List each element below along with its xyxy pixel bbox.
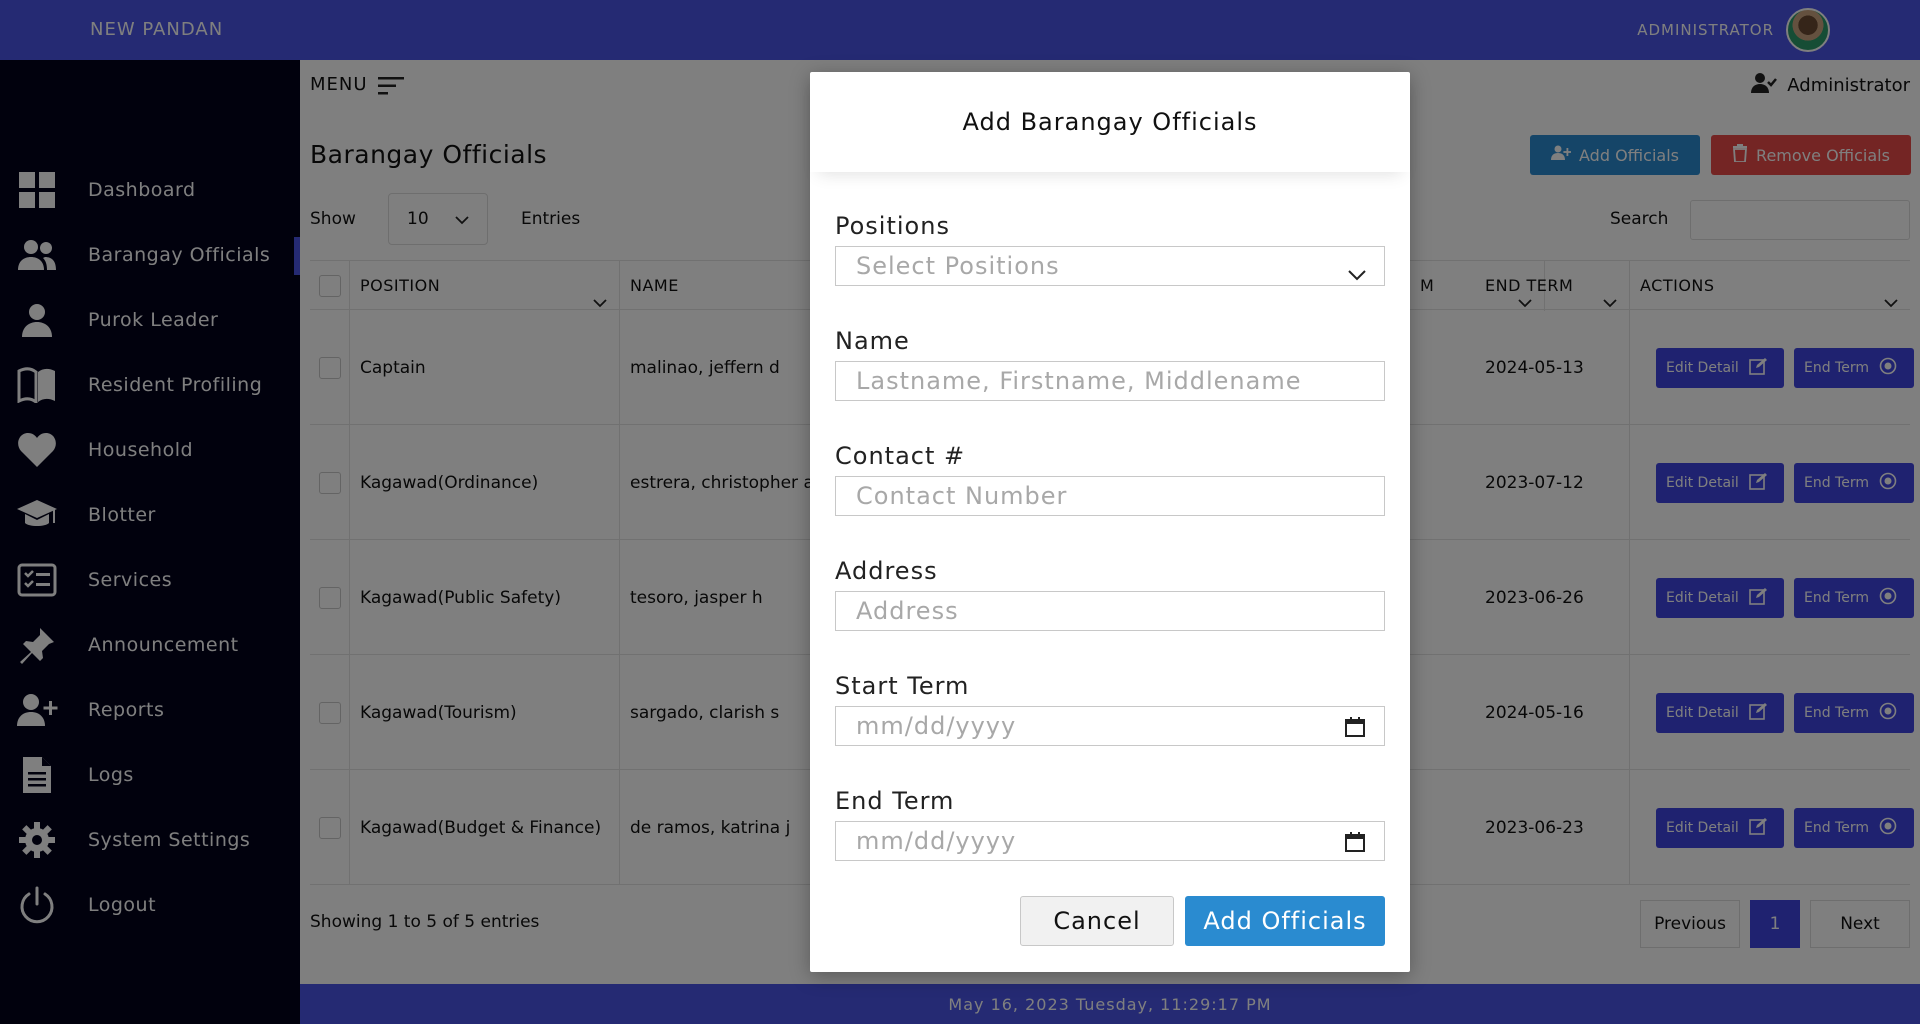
name-label: Name xyxy=(835,327,910,355)
name-placeholder: Lastname, Firstname, Middlename xyxy=(856,367,1302,395)
chevron-down-icon xyxy=(1348,259,1366,287)
positions-label: Positions xyxy=(835,212,950,240)
add-officials-submit-button[interactable]: Add Officials xyxy=(1185,896,1385,946)
address-input[interactable]: Address xyxy=(835,591,1385,631)
start-term-placeholder: mm/dd/yyyy xyxy=(856,712,1017,740)
address-placeholder: Address xyxy=(856,597,959,625)
end-term-input[interactable]: mm/dd/yyyy xyxy=(835,821,1385,861)
modal-title: Add Barangay Officials xyxy=(810,72,1410,172)
end-term-placeholder: mm/dd/yyyy xyxy=(856,827,1017,855)
contact-input[interactable]: Contact Number xyxy=(835,476,1385,516)
positions-select[interactable]: Select Positions xyxy=(835,246,1385,286)
calendar-icon[interactable] xyxy=(1344,831,1366,859)
contact-placeholder: Contact Number xyxy=(856,482,1068,510)
start-term-label: Start Term xyxy=(835,672,970,700)
add-officials-modal: Add Barangay Officials Positions Select … xyxy=(810,72,1410,972)
end-term-label: End Term xyxy=(835,787,955,815)
contact-label: Contact # xyxy=(835,442,966,470)
positions-placeholder: Select Positions xyxy=(856,252,1060,280)
name-input[interactable]: Lastname, Firstname, Middlename xyxy=(835,361,1385,401)
calendar-icon[interactable] xyxy=(1344,716,1366,744)
cancel-button[interactable]: Cancel xyxy=(1020,896,1174,946)
start-term-input[interactable]: mm/dd/yyyy xyxy=(835,706,1385,746)
address-label: Address xyxy=(835,557,938,585)
